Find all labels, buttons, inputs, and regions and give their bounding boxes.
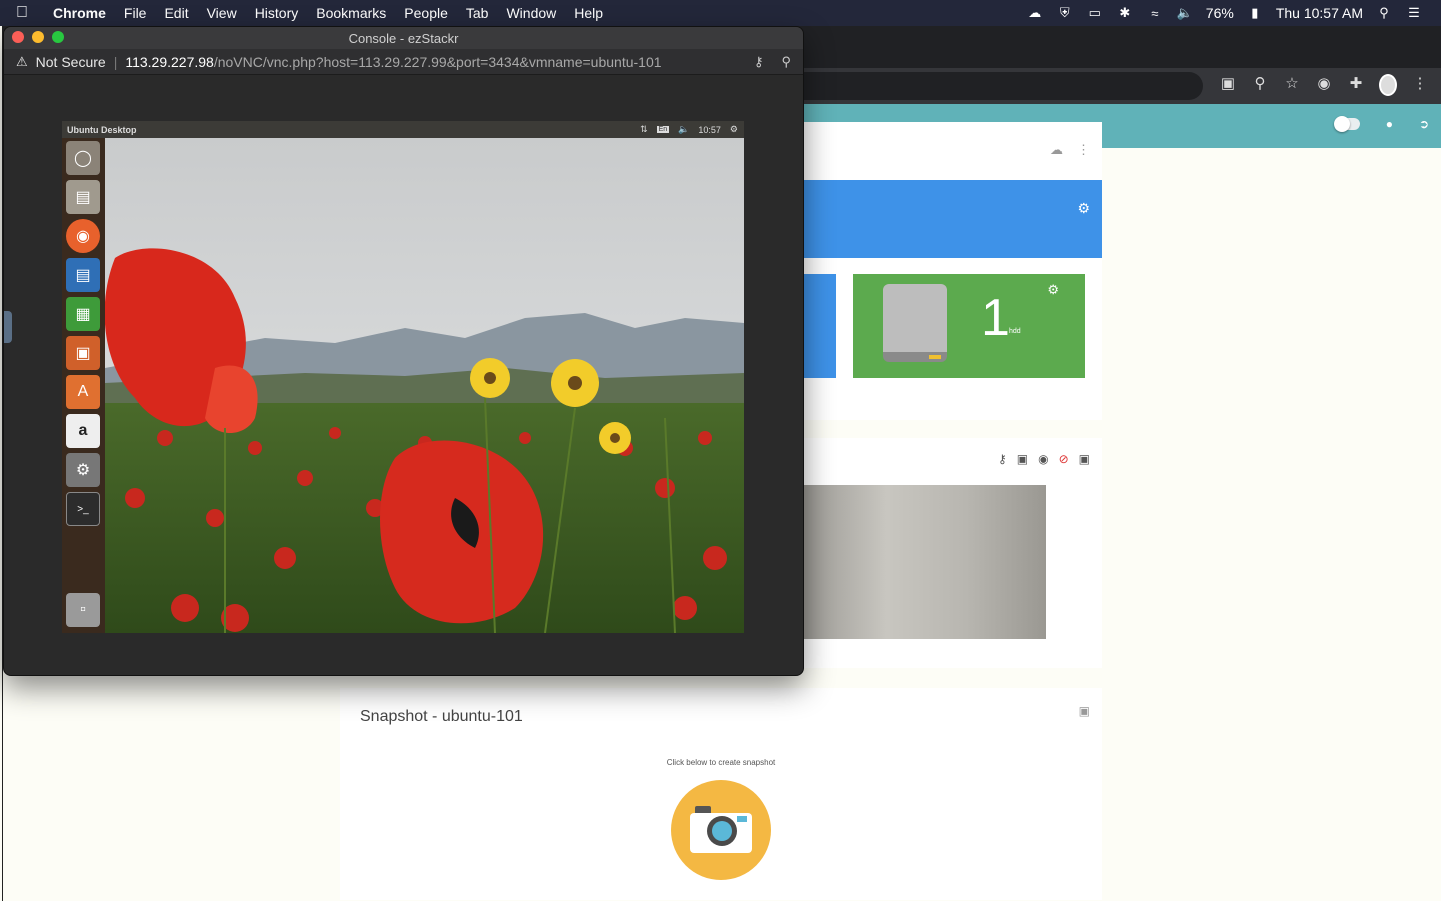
writer-icon[interactable]: ▤: [66, 258, 100, 292]
zoom-icon[interactable]: ⚲: [781, 54, 791, 70]
battery-percent[interactable]: 76%: [1206, 5, 1234, 21]
apple-menu-icon[interactable]: : [0, 4, 44, 22]
create-snapshot-button[interactable]: [671, 780, 771, 880]
volume-icon[interactable]: 🔈: [1176, 5, 1194, 20]
volume-icon[interactable]: 🔈: [678, 124, 689, 135]
ubuntu-top-panel: Ubuntu Desktop ⇅ En 🔈 10:57 ⚙: [62, 121, 744, 138]
console-titlebar: Console - ezStackr: [4, 27, 803, 49]
poppy-field-wallpaper: [105, 138, 744, 633]
network-icon[interactable]: ⇅: [640, 124, 648, 135]
disk-count: 1: [981, 289, 1010, 347]
impress-icon[interactable]: ▣: [66, 336, 100, 370]
firefox-icon[interactable]: ◉: [66, 219, 100, 253]
key-icon[interactable]: ⚷: [998, 452, 1007, 466]
cloud-upload-icon[interactable]: ☁: [1050, 142, 1063, 158]
url-host[interactable]: 113.29.227.98: [125, 54, 214, 70]
profile-avatar[interactable]: [1379, 74, 1397, 96]
fullscreen-icon[interactable]: ▣: [1079, 452, 1090, 466]
wifi-icon[interactable]: ≈: [1146, 6, 1164, 21]
power-icon[interactable]: ◉: [1038, 452, 1048, 466]
menu-file[interactable]: File: [115, 5, 156, 21]
more-menu-icon[interactable]: ⋮: [1411, 74, 1429, 96]
minimize-button[interactable]: [32, 31, 44, 43]
menu-clock[interactable]: Thu 10:57 AM: [1276, 5, 1363, 21]
ubuntu-clock[interactable]: 10:57: [698, 125, 721, 135]
card-menu-icon[interactable]: ⋮: [1077, 142, 1090, 158]
trash-icon[interactable]: ▫: [66, 593, 100, 627]
disk-unit: hdd: [1009, 328, 1021, 335]
menu-history[interactable]: History: [246, 5, 308, 21]
ubuntu-launcher: ◯ ▤ ◉ ▤ ▦ ▣ A a ⚙ >_ ▫: [62, 138, 105, 633]
user-icon[interactable]: ●: [1386, 117, 1393, 131]
menu-bookmarks[interactable]: Bookmarks: [307, 5, 395, 21]
battery-icon[interactable]: ▮: [1246, 5, 1264, 20]
camera-lens: [707, 816, 737, 846]
not-secure-label[interactable]: Not Secure: [36, 54, 106, 70]
novnc-control-bar-handle[interactable]: [4, 311, 12, 343]
console-preview[interactable]: [780, 485, 1046, 639]
blocked-popup-icon[interactable]: ▣: [1219, 74, 1237, 96]
gear-icon[interactable]: ⚙: [1047, 282, 1059, 298]
menu-window[interactable]: Window: [497, 5, 565, 21]
menu-edit[interactable]: Edit: [155, 5, 197, 21]
menu-view[interactable]: View: [198, 5, 246, 21]
menu-people[interactable]: People: [395, 5, 457, 21]
vnc-screen[interactable]: Ubuntu Desktop ⇅ En 🔈 10:57 ⚙ ◯ ▤ ◉ ▤ ▦ …: [62, 121, 744, 633]
console-url-bar[interactable]: ⚠ Not Secure | 113.29.227.98 /noVNC/vnc.…: [4, 49, 803, 75]
theme-toggle[interactable]: [1333, 116, 1360, 132]
hdd-icon: [883, 284, 947, 362]
warning-icon[interactable]: ⚠: [16, 54, 28, 70]
amazon-icon[interactable]: a: [66, 414, 100, 448]
gear-icon[interactable]: ⚙: [1077, 200, 1090, 217]
camera-flash: [737, 816, 747, 822]
record-icon[interactable]: ◉: [1315, 74, 1333, 96]
address-bar[interactable]: [803, 72, 1203, 100]
snapshot-title: Snapshot - ubuntu-101: [360, 708, 523, 725]
calc-icon[interactable]: ▦: [66, 297, 100, 331]
camera-icon[interactable]: ▣: [1079, 704, 1090, 718]
dash-icon[interactable]: ◯: [66, 141, 100, 175]
files-icon[interactable]: ▤: [66, 180, 100, 214]
url-path[interactable]: /noVNC/vnc.php?host=113.29.227.99&port=3…: [214, 54, 662, 70]
list-icon[interactable]: ☰: [1405, 5, 1423, 20]
console-popup-window: Console - ezStackr ⚠ Not Secure | 113.29…: [3, 26, 804, 676]
url-separator: |: [113, 53, 118, 70]
zoom-button[interactable]: [52, 31, 64, 43]
key-icon[interactable]: ⚷: [754, 54, 764, 70]
app-menu[interactable]: Chrome: [44, 5, 115, 21]
close-button[interactable]: [12, 31, 24, 43]
blocked-icon[interactable]: ⊘: [1059, 452, 1069, 466]
macos-menu-bar:  Chrome File Edit View History Bookmark…: [0, 0, 1441, 26]
extensions-icon[interactable]: ✚: [1347, 74, 1365, 96]
menu-tab[interactable]: Tab: [457, 5, 498, 21]
zoom-icon[interactable]: ⚲: [1251, 74, 1269, 96]
shield-icon[interactable]: ⛨: [1056, 5, 1074, 20]
search-icon[interactable]: ⚲: [1375, 5, 1393, 20]
settings-icon[interactable]: ⚙: [66, 453, 100, 487]
menu-help[interactable]: Help: [565, 5, 612, 21]
cloud-icon[interactable]: ☁: [1026, 5, 1044, 20]
session-gear-icon[interactable]: ⚙: [730, 124, 738, 135]
camera-icon[interactable]: ▣: [1017, 452, 1028, 466]
bluetooth-icon[interactable]: ✱: [1116, 5, 1134, 20]
logout-icon[interactable]: ➲: [1419, 117, 1429, 131]
snapshot-card: Snapshot - ubuntu-101 ▣ Click below to c…: [340, 688, 1102, 900]
console-window-title: Console - ezStackr: [348, 30, 459, 46]
bookmark-star-icon[interactable]: ☆: [1283, 74, 1301, 96]
keyboard-layout[interactable]: En: [656, 126, 670, 133]
ubuntu-wallpaper[interactable]: [105, 138, 744, 633]
terminal-icon[interactable]: >_: [66, 492, 100, 526]
ubuntu-panel-title: Ubuntu Desktop: [67, 124, 137, 135]
software-center-icon[interactable]: A: [66, 375, 100, 409]
disk-panel: 1 hdd ⚙: [853, 274, 1085, 378]
airplay-icon[interactable]: ▭: [1086, 5, 1104, 20]
snapshot-hint: Click below to create snapshot: [666, 758, 776, 767]
